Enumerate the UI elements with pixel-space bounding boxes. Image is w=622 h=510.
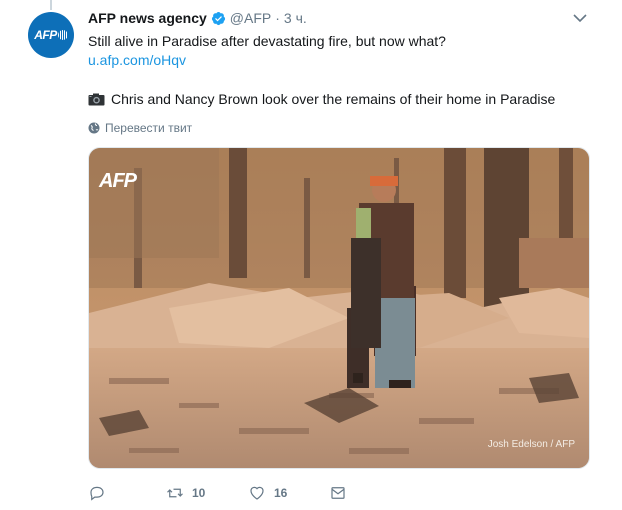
separator-dot: · [275, 10, 280, 26]
direct-message-button[interactable] [329, 484, 347, 502]
tweet-actions: 10 16 [88, 484, 358, 504]
retweet-icon [167, 488, 183, 498]
tweet-text-line: Still alive in Paradise after devastatin… [88, 33, 446, 49]
like-count: 16 [274, 486, 288, 500]
avatar-logo-text: AFP [34, 28, 57, 42]
retweet-button[interactable]: 10 [166, 484, 205, 502]
translate-label: Перевести твит [105, 121, 193, 135]
tweet-caption: Chris and Nancy Brown look over the rema… [111, 91, 556, 107]
camera-icon [88, 93, 105, 105]
chevron-down-icon[interactable] [572, 10, 588, 26]
timestamp[interactable]: 3 ч. [284, 10, 307, 26]
photo-watermark: AFP [99, 170, 137, 192]
tweet-link[interactable]: u.afp.com/oHqv [88, 51, 608, 70]
tweet-caption-row: Chris and Nancy Brown look over the rema… [88, 91, 555, 107]
tweet-header: AFP news agency @AFP · 3 ч. [88, 10, 307, 26]
tweet-text: Still alive in Paradise after devastatin… [88, 32, 608, 70]
retweet-count: 10 [192, 486, 206, 500]
verified-badge-icon [211, 11, 225, 25]
thread-line [50, 0, 52, 10]
tweet-photo[interactable]: AFP Josh Edelson / AFP [88, 147, 590, 469]
reply-button[interactable] [88, 484, 114, 502]
author-name[interactable]: AFP news agency [88, 10, 207, 26]
afp-globe-mark [57, 30, 68, 40]
reply-icon [90, 486, 104, 501]
globe-icon [88, 122, 100, 134]
avatar[interactable]: AFP [28, 12, 74, 58]
translate-tweet-link[interactable]: Перевести твит [88, 121, 192, 135]
heart-icon [250, 486, 264, 500]
photo-credit: Josh Edelson / AFP [487, 439, 575, 450]
envelope-icon [331, 487, 345, 499]
like-button[interactable]: 16 [248, 484, 287, 502]
author-handle[interactable]: @AFP [230, 10, 271, 26]
photo-scene [89, 148, 589, 468]
